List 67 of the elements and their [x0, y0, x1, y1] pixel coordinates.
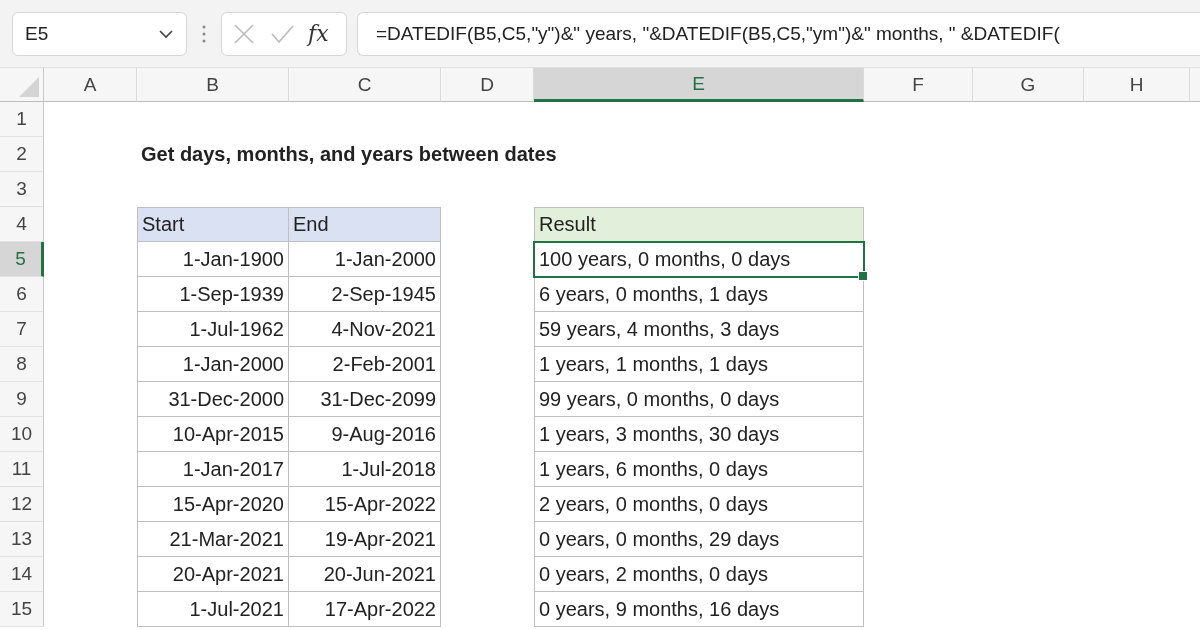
- result-cell: 99 years, 0 months, 0 days: [534, 382, 864, 417]
- date-cell: 1-Jan-1900: [137, 242, 289, 277]
- result-cell: 0 years, 0 months, 29 days: [534, 522, 864, 557]
- result-cell: 6 years, 0 months, 1 days: [534, 277, 864, 312]
- cancel-icon[interactable]: [232, 21, 256, 46]
- date-cell: 2-Sep-1945: [289, 277, 441, 312]
- result-cell: 0 years, 2 months, 0 days: [534, 557, 864, 592]
- formula-field[interactable]: =DATEDIF(B5,C5,"y")&" years, "&DATEDIF(B5,C5,"ym")&" months, " &DATEDIF(: [357, 11, 1200, 56]
- date-cell: 9-Aug-2016: [289, 417, 441, 452]
- column-header[interactable]: C: [289, 68, 441, 102]
- insert-function-button[interactable]: fx: [308, 21, 329, 46]
- row-header[interactable]: 1: [0, 102, 44, 137]
- row-header[interactable]: 10: [0, 417, 44, 452]
- column-header[interactable]: F: [864, 68, 973, 102]
- date-cell: 1-Jan-2017: [137, 452, 289, 487]
- row-header[interactable]: 2: [0, 137, 44, 172]
- date-cell: 1-Jan-2000: [137, 347, 289, 382]
- column-header[interactable]: G: [973, 68, 1084, 102]
- row-header[interactable]: 8: [0, 347, 44, 382]
- row-header[interactable]: 12: [0, 487, 44, 522]
- date-cell: 1-Jul-2018: [289, 452, 441, 487]
- table-header-cell: End: [289, 207, 441, 242]
- date-cell: 1-Sep-1939: [137, 277, 289, 312]
- result-cell: 1 years, 1 months, 1 days: [534, 347, 864, 382]
- grip-dots-icon: [201, 23, 207, 44]
- row-header[interactable]: 15: [0, 592, 44, 627]
- column-header[interactable]: D: [441, 68, 534, 102]
- date-cell: 1-Jul-2021: [137, 592, 289, 627]
- date-cell: 15-Apr-2020: [137, 487, 289, 522]
- row-header[interactable]: 14: [0, 557, 44, 592]
- select-all-icon[interactable]: [19, 77, 39, 97]
- row-header[interactable]: 11: [0, 452, 44, 487]
- result-cell: 2 years, 0 months, 0 days: [534, 487, 864, 522]
- result-cell: 59 years, 4 months, 3 days: [534, 312, 864, 347]
- column-header[interactable]: A: [44, 68, 137, 102]
- sheet-title: Get days, months, and years between dates: [140, 142, 558, 167]
- table-header-cell: Result: [534, 207, 864, 242]
- date-cell: 1-Jan-2000: [289, 242, 441, 277]
- result-cell: 1 years, 6 months, 0 days: [534, 452, 864, 487]
- date-cell: 19-Apr-2021: [289, 522, 441, 557]
- column-header[interactable]: E: [534, 68, 864, 102]
- date-cell: 31-Dec-2000: [137, 382, 289, 417]
- date-cell: 2-Feb-2001: [289, 347, 441, 382]
- column-header[interactable]: B: [137, 68, 289, 102]
- date-cell: 20-Jun-2021: [289, 557, 441, 592]
- fill-handle[interactable]: [858, 271, 868, 281]
- date-cell: 1-Jul-1962: [137, 312, 289, 347]
- name-box[interactable]: E5: [12, 11, 187, 56]
- row-header[interactable]: 7: [0, 312, 44, 347]
- row-header[interactable]: 9: [0, 382, 44, 417]
- date-cell: 31-Dec-2099: [289, 382, 441, 417]
- result-cell: 0 years, 9 months, 16 days: [534, 592, 864, 627]
- date-cell: 15-Apr-2022: [289, 487, 441, 522]
- table-header-cell: Start: [137, 207, 289, 242]
- date-cell: 10-Apr-2015: [137, 417, 289, 452]
- date-cell: 17-Apr-2022: [289, 592, 441, 627]
- row-header[interactable]: 6: [0, 277, 44, 312]
- row-header[interactable]: 3: [0, 172, 44, 207]
- row-header[interactable]: 5: [0, 242, 44, 277]
- row-header[interactable]: 4: [0, 207, 44, 242]
- row-header[interactable]: 13: [0, 522, 44, 557]
- date-cell: 4-Nov-2021: [289, 312, 441, 347]
- date-cell: 20-Apr-2021: [137, 557, 289, 592]
- column-header[interactable]: H: [1084, 68, 1190, 102]
- date-cell: 21-Mar-2021: [137, 522, 289, 557]
- chevron-down-icon: [158, 28, 174, 39]
- result-cell: 1 years, 3 months, 30 days: [534, 417, 864, 452]
